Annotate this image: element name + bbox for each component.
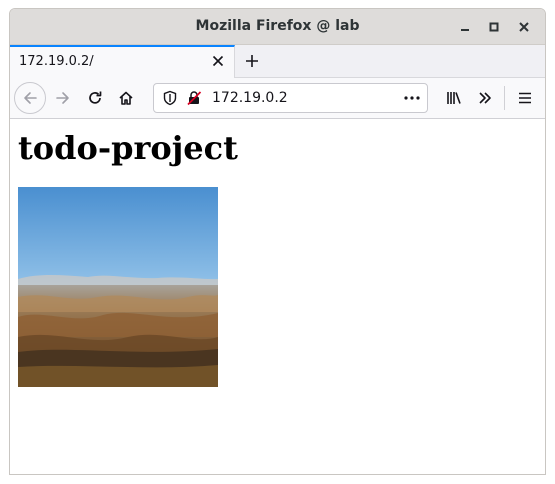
- browser-window: Mozilla Firefox @ lab 172.19.0.2/ 172.19…: [9, 8, 546, 475]
- arrow-right-icon: [56, 92, 69, 104]
- close-icon: [519, 22, 529, 32]
- chevron-double-right-icon: [479, 92, 491, 104]
- maximize-icon: [489, 22, 499, 32]
- home-button[interactable]: [112, 84, 140, 112]
- overflow-button[interactable]: [471, 84, 499, 112]
- navigation-toolbar: 172.19.0.2: [10, 78, 545, 119]
- library-button[interactable]: [440, 84, 468, 112]
- url-bar[interactable]: 172.19.0.2: [153, 83, 428, 113]
- forward-button[interactable]: [49, 84, 77, 112]
- tab-label: 172.19.0.2/: [19, 54, 94, 69]
- page-actions-button[interactable]: [403, 90, 421, 106]
- home-icon: [119, 91, 133, 105]
- toolbar-separator: [504, 86, 505, 110]
- minimize-icon: [461, 29, 469, 31]
- reload-button[interactable]: [81, 84, 109, 112]
- url-text[interactable]: 172.19.0.2: [212, 90, 288, 106]
- tab-close-button[interactable]: [210, 53, 226, 69]
- title-bar[interactable]: Mozilla Firefox @ lab: [10, 9, 545, 45]
- back-button[interactable]: [14, 82, 46, 114]
- shield-icon: [163, 90, 177, 106]
- more-horizontal-icon: [404, 96, 420, 100]
- new-tab-button[interactable]: [242, 51, 262, 71]
- tab-active[interactable]: 172.19.0.2/: [10, 45, 235, 78]
- close-icon: [212, 55, 224, 67]
- maximize-button[interactable]: [484, 17, 504, 37]
- hamburger-menu-icon: [519, 92, 531, 104]
- tab-strip: 172.19.0.2/: [10, 45, 545, 78]
- menu-button[interactable]: [511, 84, 539, 112]
- library-icon: [447, 92, 461, 104]
- page-heading: todo-project: [18, 129, 238, 167]
- landscape-photo: [18, 187, 218, 387]
- plus-icon: [246, 55, 258, 67]
- close-button[interactable]: [514, 17, 534, 37]
- minimize-button[interactable]: [455, 17, 475, 37]
- arrow-left-icon: [24, 92, 37, 104]
- reload-icon: [89, 91, 102, 104]
- insecure-lock-icon: [187, 91, 202, 106]
- page-content: todo-project: [10, 119, 545, 474]
